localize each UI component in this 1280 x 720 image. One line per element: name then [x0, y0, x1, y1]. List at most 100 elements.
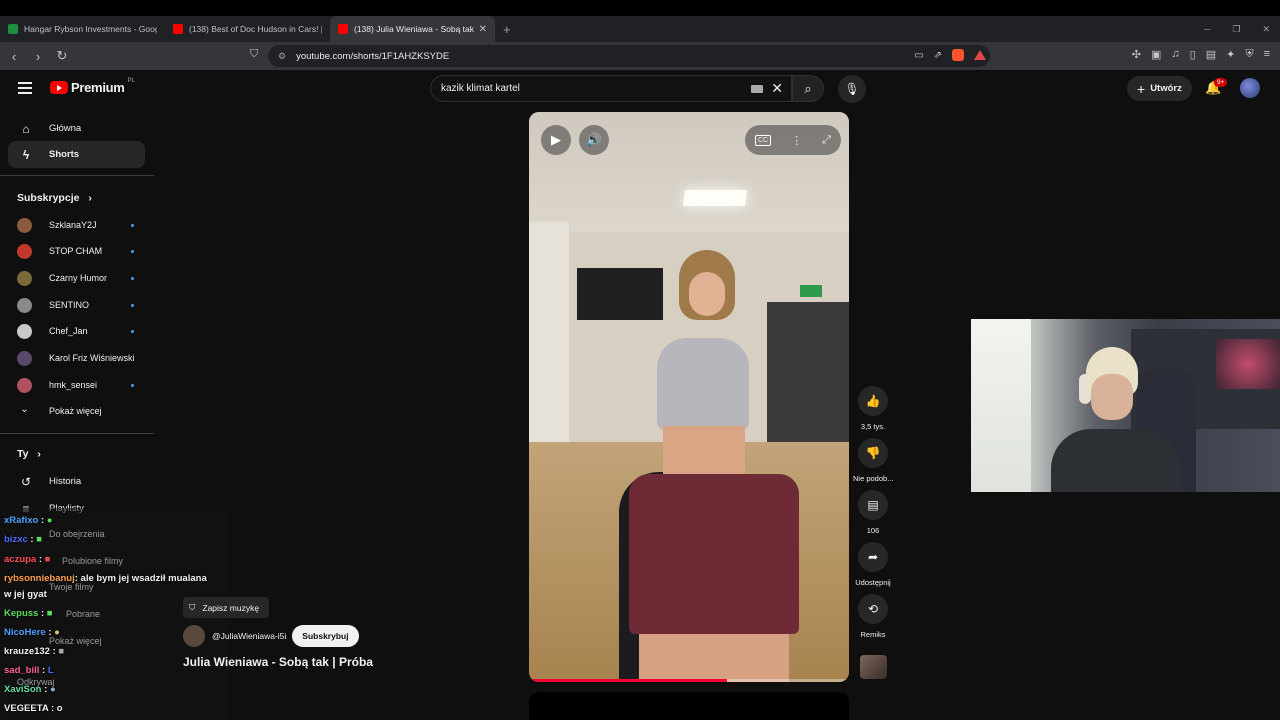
chat-message: rybsonniebanuj: ale bym jej wsadził mual… — [4, 573, 207, 584]
tab-title: Hangar Rybson Investments - Google — [24, 24, 157, 34]
youtube-premium-logo[interactable]: Premium PL — [50, 78, 135, 95]
media-icon[interactable]: ♫ — [1171, 48, 1179, 61]
tab-search-icon[interactable]: ▣ — [1151, 48, 1161, 61]
emote-icon: ● — [54, 627, 60, 638]
chat-text: w jej gyat — [4, 589, 47, 600]
divider — [0, 433, 154, 434]
save-music-button[interactable]: ⛉ Zapisz muzykę — [183, 597, 270, 618]
chat-message: xRafixo : ● — [4, 515, 53, 526]
account-avatar[interactable] — [1240, 78, 1260, 98]
keyboard-icon[interactable] — [751, 85, 763, 93]
video-dancer — [629, 242, 799, 682]
voice-search-button[interactable]: 🎙 — [838, 75, 866, 103]
new-content-dot — [131, 384, 134, 387]
clear-search-icon[interactable]: ✕ — [771, 80, 783, 97]
channel-avatar[interactable] — [183, 625, 205, 647]
cast-icon[interactable]: ▭ — [914, 50, 923, 61]
subscription-item[interactable]: Czarny Humor — [8, 265, 145, 291]
comments-button[interactable]: ▤ 106 — [853, 490, 893, 535]
new-tab-icon[interactable]: + — [503, 22, 511, 37]
minimize-icon[interactable]: ─ — [1204, 24, 1210, 34]
forward-icon[interactable]: › — [28, 49, 48, 64]
sound-thumbnail[interactable] — [860, 655, 887, 679]
chat-message: aczupa : ■ — [4, 554, 50, 565]
hamburger-menu-icon[interactable] — [18, 82, 32, 97]
ghost-sidebar-item: Polubione filmy — [62, 556, 124, 566]
next-short-preview[interactable] — [529, 692, 849, 720]
tab-doc-hudson[interactable]: (138) Best of Doc Hudson in Cars! | P — [165, 16, 330, 42]
fullscreen-icon[interactable]: ⤢ — [822, 134, 831, 147]
comment-icon: ▤ — [858, 490, 888, 520]
subscription-item[interactable]: SENTINO — [8, 292, 145, 318]
comment-count: 106 — [866, 526, 880, 535]
video-title[interactable]: Julia Wieniawa - Sobą tak | Próba — [183, 655, 373, 669]
vpn-icon[interactable]: ⛨ — [1245, 48, 1253, 61]
subscriptions-heading[interactable]: Subskrypcje › — [17, 192, 92, 204]
more-options-icon[interactable]: ⋮ — [791, 134, 802, 147]
close-tab-icon[interactable]: ✕ — [479, 24, 487, 35]
sidebar-item-history[interactable]: ↺ Historia — [8, 468, 145, 495]
dislike-button[interactable]: 👎 Nie podob... — [853, 438, 893, 483]
brave-shields-icon[interactable] — [952, 49, 964, 61]
search-button[interactable]: ⌕ — [792, 75, 824, 102]
address-bar[interactable]: ⚙ youtube.com/shorts/1F1AHZKSYDE ▭ ⇗ — [268, 45, 990, 67]
dislike-icon: 👎 — [858, 438, 888, 468]
extensions-icon[interactable]: ✣ — [1132, 48, 1141, 61]
sidebar-item-shorts[interactable]: ϟ Shorts — [8, 141, 145, 168]
remix-button[interactable]: ⟲ Remiks — [853, 594, 893, 639]
url-text: youtube.com/shorts/1F1AHZKSYDE — [296, 50, 450, 62]
progress-bar[interactable] — [529, 679, 849, 682]
close-window-icon[interactable]: ✕ — [1262, 24, 1270, 35]
remix-label: Remiks — [860, 630, 886, 639]
new-content-dot — [131, 250, 134, 253]
create-button[interactable]: + Utwórz — [1127, 76, 1192, 101]
show-more-subscriptions[interactable]: ⌄ Pokaż więcej — [8, 398, 145, 424]
menu-icon[interactable]: ≡ — [1264, 48, 1270, 61]
share-page-icon[interactable]: ⇗ — [934, 50, 942, 61]
channel-avatar — [17, 350, 32, 366]
volume-button[interactable]: 🔊 — [579, 125, 609, 155]
leo-icon[interactable]: ✦ — [1226, 48, 1235, 61]
tab-sheets[interactable]: Hangar Rybson Investments - Google — [0, 16, 165, 42]
chevron-right-icon: › — [37, 448, 41, 460]
subscription-item[interactable]: Karol Friz Wiśniewski — [8, 345, 145, 371]
chat-text: : o — [50, 703, 63, 714]
save-music-label: Zapisz muzykę — [202, 602, 260, 613]
sidebar-toggle-icon[interactable]: ▯ — [1190, 48, 1196, 61]
chevron-down-icon: ⌄ — [20, 403, 29, 415]
wallet-icon[interactable]: ▤ — [1206, 48, 1216, 61]
chat-message: VEGEETA : o — [4, 703, 63, 714]
subscription-item[interactable]: SzklanaY2J — [8, 212, 145, 238]
like-button[interactable]: 👍 3,5 tys. — [853, 386, 893, 431]
chat-message: krauze132 : ■ — [4, 646, 64, 657]
chat-username: bizxc — [4, 534, 28, 545]
bookmark-icon[interactable]: ⛉ — [250, 48, 258, 61]
play-button[interactable]: ▶ — [541, 125, 571, 155]
share-button[interactable]: ➦ Udostępnij — [853, 542, 893, 587]
back-icon[interactable]: ‹ — [4, 49, 24, 64]
new-content-dot — [131, 330, 134, 333]
divider — [0, 175, 154, 176]
subscription-item[interactable]: Chef_Jan — [8, 318, 145, 344]
brave-rewards-icon[interactable] — [974, 50, 986, 60]
shorts-player[interactable]: ▶ 🔊 CC ⋮ ⤢ — [529, 112, 849, 682]
chat-text: : — [42, 665, 46, 676]
chat-message: bizxc : ■ — [4, 534, 42, 545]
search-input[interactable]: kazik klimat kartel ✕ — [430, 75, 792, 102]
sidebar-item-home[interactable]: ⌂ Główna — [8, 115, 145, 142]
search-icon: ⌕ — [804, 81, 812, 96]
chat-username: krauze132 — [4, 646, 50, 657]
maximize-icon[interactable]: ❐ — [1232, 24, 1240, 35]
captions-icon[interactable]: CC — [755, 134, 772, 146]
subscribe-button[interactable]: Subskrybuj — [292, 625, 359, 647]
chat-message-continued: w jej gyat — [4, 589, 47, 600]
channel-handle[interactable]: @JuliaWieniawa-i5i — [212, 631, 286, 641]
site-info-icon[interactable]: ⚙ — [278, 51, 286, 62]
subscription-item[interactable]: STOP CHAM — [8, 238, 145, 264]
subscription-item[interactable]: hmk_sensei — [8, 372, 145, 398]
reload-icon[interactable]: ↻ — [52, 48, 72, 64]
you-heading[interactable]: Ty › — [17, 448, 41, 460]
bookmark-icon: ⛉ — [189, 602, 196, 612]
share-label: Udostępnij — [855, 578, 891, 587]
tab-julia-wieniawa[interactable]: (138) Julia Wieniawa - Sobą tak | P ✕ — [330, 16, 495, 42]
